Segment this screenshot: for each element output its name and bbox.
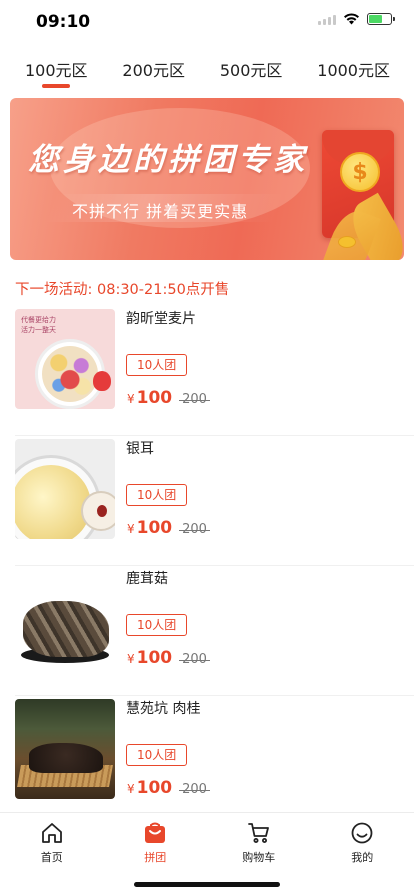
status-icons [318,13,395,25]
current-price: 100 [136,778,173,798]
group-size-badge: 10人团 [126,484,188,506]
status-bar: 09:10 [0,0,414,44]
nav-group-buy-label: 拼团 [144,851,167,864]
image-caption: 代餐更给力 活力一整天 [21,316,56,334]
banner-title: 您身边的拼团专家 [28,142,308,178]
group-size-badge: 10人团 [126,744,188,766]
product-image[interactable]: 代餐更给力 活力一整天 [15,309,115,409]
original-price: 200 [179,392,210,407]
product-name[interactable]: 韵昕堂麦片 [126,308,196,328]
group-size-badge: 10人团 [126,354,188,376]
price-row: ¥ 100 200 [127,778,210,798]
tab-500-zone[interactable]: 500元区 [220,50,283,90]
currency-symbol: ¥ [127,782,135,796]
list-item[interactable]: 代餐更给力 活力一整天 韵昕堂麦片 10人团 ¥ 100 200 [15,306,414,436]
list-item[interactable]: 鹿茸菇 10人团 ¥ 100 200 [15,566,414,696]
currency-symbol: ¥ [127,652,135,666]
next-activity-notice: 下一场活动: 08:30-21:50点开售 [15,282,230,298]
currency-symbol: ¥ [127,392,135,406]
currency-symbol: ¥ [127,522,135,536]
price-row: ¥ 100 200 [127,518,210,538]
product-image[interactable] [15,699,115,799]
price-row: ¥ 100 200 [127,648,210,668]
nav-cart-label: 购物车 [242,851,276,864]
product-name[interactable]: 银耳 [126,438,154,458]
list-item[interactable]: 慧苑坑 肉桂 10人团 ¥ 100 200 [15,696,414,826]
nav-home[interactable]: 首页 [0,813,104,896]
nav-profile[interactable]: 我的 [311,813,414,896]
list-item[interactable]: 银耳 10人团 ¥ 100 200 [15,436,414,566]
battery-icon [367,13,395,25]
coin-icon: $ [340,152,380,192]
product-name[interactable]: 慧苑坑 肉桂 [126,698,200,718]
home-indicator [134,882,280,887]
current-price: 100 [136,388,173,408]
tab-1000-zone[interactable]: 1000元区 [317,50,390,90]
cart-icon [247,821,271,845]
current-price: 100 [136,518,173,538]
product-name[interactable]: 鹿茸菇 [126,568,168,588]
wifi-icon [344,13,359,25]
cellular-signal-icon [318,13,336,25]
nav-home-label: 首页 [40,851,63,864]
product-list: 代餐更给力 活力一整天 韵昕堂麦片 10人团 ¥ 100 200 银耳 10人团… [0,306,414,826]
smiley-icon [350,821,374,845]
price-row: ¥ 100 200 [127,388,210,408]
banner-subtitle: 不拼不行 拼着买更实惠 [72,202,249,221]
current-price: 100 [136,648,173,668]
price-zone-tabs: 100元区 200元区 500元区 1000元区 [0,50,414,94]
group-size-badge: 10人团 [126,614,188,636]
original-price: 200 [179,652,210,667]
promo-banner[interactable]: 您身边的拼团专家 不拼不行 拼着买更实惠 $ [10,98,404,260]
product-image[interactable] [15,569,115,669]
original-price: 200 [179,522,210,537]
shopping-bag-icon [143,821,167,845]
mini-coin-icon [338,236,356,248]
home-icon [40,821,64,845]
original-price: 200 [179,782,210,797]
status-time: 09:10 [36,12,91,32]
product-image[interactable] [15,439,115,539]
tab-100-zone[interactable]: 100元区 [25,50,88,90]
tab-200-zone[interactable]: 200元区 [122,50,185,90]
nav-profile-label: 我的 [351,851,374,864]
